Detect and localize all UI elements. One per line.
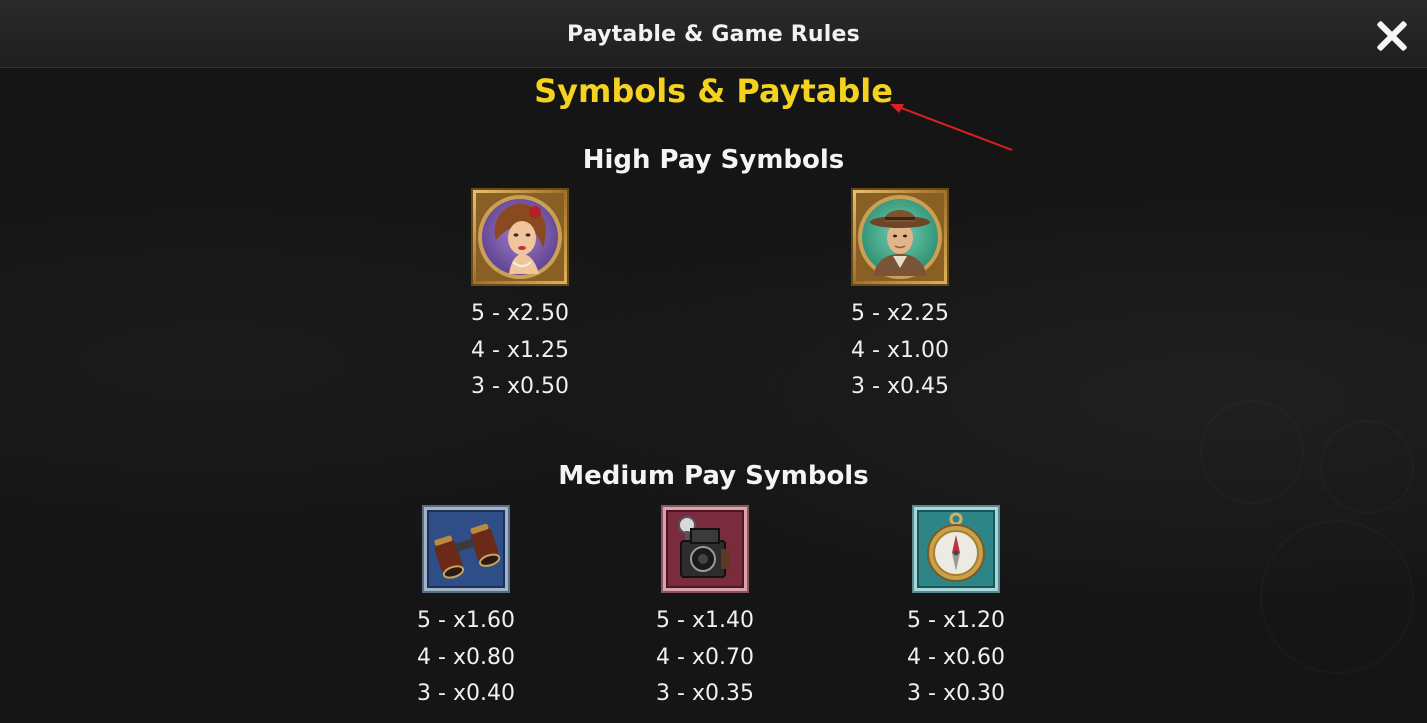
- pay-line: 5 - x1.60: [417, 608, 515, 633]
- modal-title: Paytable & Game Rules: [567, 22, 860, 47]
- binoculars-icon: [422, 505, 510, 593]
- background-ghost-ring: [1260, 520, 1414, 674]
- pay-line: 3 - x0.45: [851, 374, 949, 399]
- medium-pay-symbol-camera: 5 - x1.40 4 - x0.70 3 - x0.35: [605, 505, 805, 713]
- pay-line: 3 - x0.35: [656, 681, 754, 706]
- pay-line: 3 - x0.30: [907, 681, 1005, 706]
- high-pay-symbol-explorer: 5 - x2.25 4 - x1.00 3 - x0.45: [800, 188, 1000, 406]
- medium-pay-title: Medium Pay Symbols: [558, 461, 869, 491]
- section-title: Symbols & Paytable: [534, 72, 893, 110]
- woman-portrait-icon: [471, 188, 569, 286]
- pay-line: 3 - x0.40: [417, 681, 515, 706]
- pay-line: 3 - x0.50: [471, 374, 569, 399]
- camera-icon: [661, 505, 749, 593]
- compass-icon: [912, 505, 1000, 593]
- medium-pay-symbol-compass: 5 - x1.20 4 - x0.60 3 - x0.30: [856, 505, 1056, 713]
- explorer-portrait-icon: [851, 188, 949, 286]
- pay-line: 5 - x2.25: [851, 301, 949, 326]
- pay-line: 4 - x1.25: [471, 337, 569, 363]
- pay-line: 5 - x2.50: [471, 301, 569, 326]
- high-pay-title: High Pay Symbols: [582, 145, 845, 175]
- pay-line: 5 - x1.40: [656, 608, 754, 633]
- pay-line: 4 - x0.60: [907, 644, 1005, 670]
- pay-line: 4 - x0.80: [417, 644, 515, 670]
- medium-pay-symbol-binoculars: 5 - x1.60 4 - x0.80 3 - x0.40: [366, 505, 566, 713]
- paytable-modal: Paytable & Game Rules Symbols & Paytable…: [0, 0, 1427, 723]
- close-icon[interactable]: [1373, 17, 1409, 53]
- modal-header: Paytable & Game Rules: [0, 0, 1427, 68]
- pay-line: 4 - x0.70: [656, 644, 754, 670]
- pay-line: 5 - x1.20: [907, 608, 1005, 633]
- pay-line: 4 - x1.00: [851, 337, 949, 363]
- high-pay-symbol-woman: 5 - x2.50 4 - x1.25 3 - x0.50: [420, 188, 620, 406]
